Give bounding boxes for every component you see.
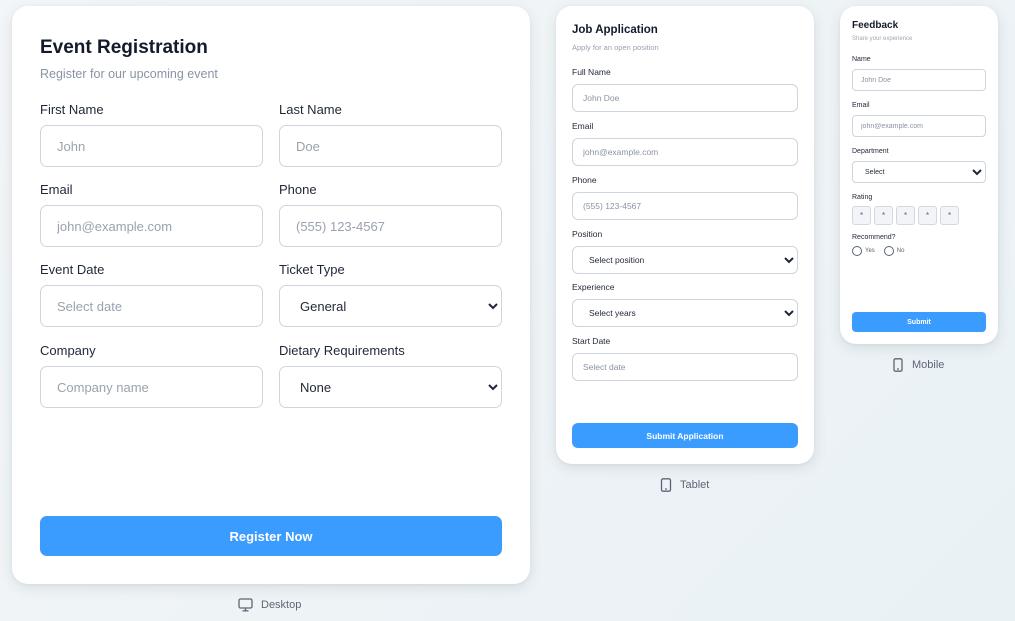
name-input[interactable] — [852, 69, 986, 91]
star-button[interactable]: * — [852, 206, 871, 225]
experience-field: Experience Select years — [572, 282, 798, 327]
phone-input[interactable] — [279, 205, 502, 247]
start-date-label: Start Date — [572, 336, 611, 346]
monitor-icon — [238, 598, 253, 612]
device-label-text: Mobile — [912, 359, 945, 371]
dietary-field: Dietary Requirements None — [279, 343, 502, 408]
email-field: Email — [852, 102, 986, 137]
form-subtitle: Register for our upcoming event — [40, 67, 218, 81]
submit-application-button[interactable]: Submit Application — [572, 423, 798, 448]
form-title: Event Registration — [40, 37, 208, 58]
recommend-field: Recommend? — [852, 234, 986, 243]
device-label-tablet: Tablet — [660, 478, 709, 492]
first-name-field: First Name — [40, 102, 263, 167]
phone-icon — [892, 358, 904, 372]
position-label: Position — [572, 229, 603, 239]
first-name-input[interactable] — [40, 125, 263, 167]
event-date-label: Event Date — [40, 262, 105, 277]
dietary-label: Dietary Requirements — [279, 343, 405, 358]
event-date-input[interactable] — [40, 285, 263, 327]
email-field: Email — [40, 182, 263, 247]
email-label: Email — [852, 102, 870, 109]
company-label: Company — [40, 343, 96, 358]
rating-field: Rating — [852, 194, 986, 203]
department-select[interactable]: Select — [852, 161, 986, 183]
experience-select[interactable]: Select years — [572, 299, 798, 327]
star-button[interactable]: * — [918, 206, 937, 225]
phone-field: Phone — [572, 175, 798, 220]
last-name-input[interactable] — [279, 125, 502, 167]
device-label-mobile: Mobile — [892, 358, 944, 372]
company-input[interactable] — [40, 366, 263, 408]
register-now-button[interactable]: Register Now — [40, 516, 502, 556]
recommend-radio-group: Yes No — [852, 246, 910, 256]
desktop-form-card: Event Registration Register for our upco… — [12, 6, 530, 584]
email-input[interactable] — [852, 115, 986, 137]
radio-label: Yes — [865, 248, 875, 254]
mobile-form-card: Feedback Share your experience Name Emai… — [840, 6, 998, 344]
department-label: Department — [852, 148, 889, 155]
tablet-form-card: Job Application Apply for an open positi… — [556, 6, 814, 464]
full-name-input[interactable] — [572, 84, 798, 112]
position-field: Position Select position — [572, 229, 798, 274]
name-label: Name — [852, 56, 871, 63]
submit-button[interactable]: Submit — [852, 312, 986, 332]
radio-button[interactable] — [852, 246, 862, 256]
ticket-type-label: Ticket Type — [279, 262, 345, 277]
email-label: Email — [572, 121, 594, 131]
rating-stars: * * * * * — [852, 206, 959, 225]
phone-field: Phone — [279, 182, 502, 247]
name-field: Name — [852, 56, 986, 91]
company-field: Company — [40, 343, 263, 408]
ticket-type-select[interactable]: General — [279, 285, 502, 327]
last-name-label: Last Name — [279, 102, 342, 117]
last-name-field: Last Name — [279, 102, 502, 167]
email-input[interactable] — [40, 205, 263, 247]
full-name-label: Full Name — [572, 67, 611, 77]
radio-button[interactable] — [883, 246, 894, 256]
dietary-select[interactable]: None — [279, 366, 502, 408]
phone-label: Phone — [279, 182, 317, 197]
form-subtitle: Apply for an open position — [572, 43, 659, 52]
full-name-field: Full Name — [572, 67, 798, 112]
start-date-input[interactable] — [572, 353, 798, 381]
ticket-type-field: Ticket Type General — [279, 262, 502, 327]
recommend-label: Recommend? — [852, 234, 896, 241]
star-button[interactable]: * — [874, 206, 893, 225]
form-title: Feedback — [852, 20, 899, 31]
position-select[interactable]: Select position — [572, 246, 798, 274]
star-button[interactable]: * — [896, 206, 915, 225]
rating-label: Rating — [852, 194, 873, 201]
event-date-field: Event Date — [40, 262, 263, 327]
form-title: Job Application — [572, 24, 658, 36]
star-button[interactable]: * — [940, 206, 959, 225]
email-field: Email — [572, 121, 798, 166]
email-input[interactable] — [572, 138, 798, 166]
radio-option-no[interactable]: No — [883, 246, 905, 256]
email-label: Email — [40, 182, 73, 197]
department-field: Department Select — [852, 148, 986, 183]
radio-label: No — [896, 248, 905, 254]
device-label-text: Desktop — [261, 599, 302, 611]
phone-input[interactable] — [572, 192, 798, 220]
start-date-field: Start Date — [572, 336, 798, 381]
form-subtitle: Share your experience — [852, 36, 913, 42]
tablet-icon — [660, 478, 672, 492]
phone-label: Phone — [572, 175, 597, 185]
experience-label: Experience — [572, 282, 615, 292]
first-name-label: First Name — [40, 102, 104, 117]
device-label-text: Tablet — [680, 479, 710, 491]
device-label-desktop: Desktop — [238, 598, 301, 612]
radio-option-yes[interactable]: Yes — [852, 246, 875, 256]
